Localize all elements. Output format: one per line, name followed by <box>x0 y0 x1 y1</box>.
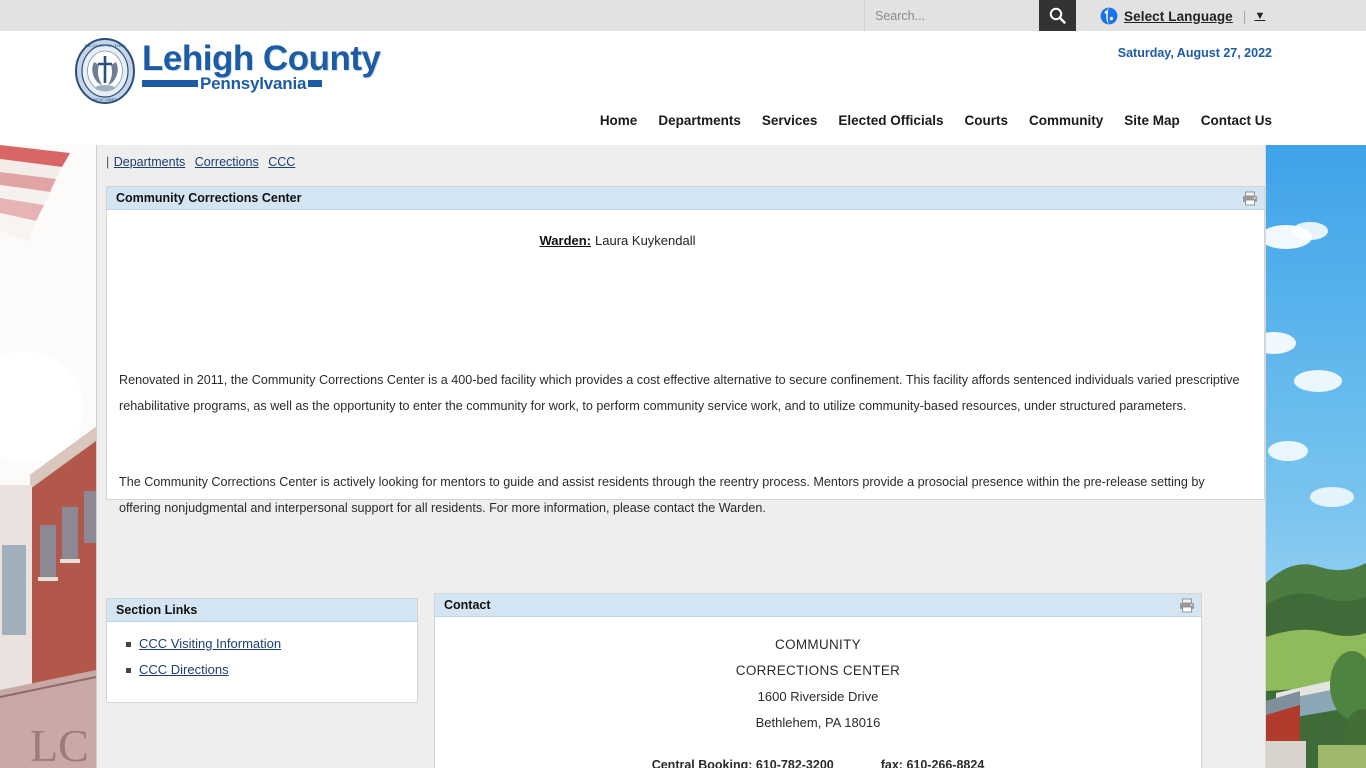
search-icon <box>1049 7 1066 24</box>
google-translate-widget[interactable]: Select Language | ▼ <box>1100 4 1265 28</box>
section-links-title: Section Links <box>116 603 198 617</box>
search-box[interactable] <box>864 0 1040 31</box>
logo-main-text: Lehigh County <box>142 39 381 78</box>
contact-city-state-zip: Bethlehem, PA 18016 <box>755 715 881 730</box>
svg-text:VIRTUE LIBERTY: VIRTUE LIBERTY <box>91 98 119 102</box>
main-navigation: Home Departments Services Elected Offici… <box>600 113 1272 128</box>
contact-fax-number: 610-266-8824 <box>906 758 985 768</box>
nav-item-contact-us[interactable]: Contact Us <box>1201 113 1272 128</box>
contact-phone-row: Central Booking: 610-782-3200 fax: 610-2… <box>435 758 1201 768</box>
section-links-panel: Section Links CCC Visiting Information C… <box>106 598 418 703</box>
site-logo[interactable]: THE COUNTY OF LEHIGH VIRTUE LIBERTY Lehi… <box>74 38 381 104</box>
county-building-photo: LC <box>0 145 96 768</box>
breadcrumb: | Departments Corrections CCC <box>106 155 301 169</box>
logo-sub-text: Pennsylvania <box>200 74 307 93</box>
section-link-ccc-visiting-information[interactable]: CCC Visiting Information <box>139 636 281 651</box>
breadcrumb-item-departments[interactable]: Departments <box>114 155 186 169</box>
language-separator: | <box>1242 8 1247 24</box>
section-links-header: Section Links <box>107 599 417 622</box>
right-decorative-photo <box>1266 145 1366 768</box>
contact-street: 1600 Riverside Drive <box>757 689 879 704</box>
logo-rule-left <box>142 80 198 87</box>
current-date: Saturday, August 27, 2022 <box>1117 46 1272 60</box>
body-paragraph-1: Renovated in 2011, the Community Correct… <box>119 372 1240 413</box>
main-panel-header: Community Corrections Center <box>107 187 1264 210</box>
warden-name: Laura Kuykendall <box>595 233 696 248</box>
select-language-link[interactable]: Select Language <box>1124 9 1233 24</box>
contact-fax-label: fax: <box>880 758 903 768</box>
nav-item-site-map[interactable]: Site Map <box>1124 113 1180 128</box>
breadcrumb-item-ccc[interactable]: CCC <box>268 155 295 169</box>
nav-item-elected-officials[interactable]: Elected Officials <box>838 113 943 128</box>
warden-label: Warden: <box>539 233 592 248</box>
contact-phone-number: 610-782-3200 <box>755 758 834 768</box>
contact-name-line-1: COMMUNITY <box>775 637 861 652</box>
nav-item-home[interactable]: Home <box>600 113 638 128</box>
printer-icon[interactable] <box>1242 191 1258 206</box>
county-seal-icon: THE COUNTY OF LEHIGH VIRTUE LIBERTY <box>75 38 135 104</box>
logo-rule-right <box>308 80 323 87</box>
main-panel-body: Warden: Laura Kuykendall Renovated in 201… <box>107 210 1264 515</box>
breadcrumb-item-corrections[interactable]: Corrections <box>195 155 259 169</box>
nav-item-courts[interactable]: Courts <box>964 113 1008 128</box>
farmland-landscape-photo <box>1266 145 1366 768</box>
top-utility-bar: Select Language | ▼ <box>0 0 1366 31</box>
contact-header: Contact <box>435 594 1201 617</box>
nav-item-departments[interactable]: Departments <box>658 113 741 128</box>
contact-body: COMMUNITY CORRECTIONS CENTER 1600 Rivers… <box>435 617 1201 768</box>
main-content-panel: Community Corrections Center Warden: Laur… <box>106 186 1265 515</box>
section-links-list: CCC Visiting Information CCC Directions <box>107 622 417 678</box>
left-decorative-photo: LC <box>0 145 96 768</box>
chevron-down-icon[interactable]: ▼ <box>1254 10 1265 22</box>
search-button[interactable] <box>1039 0 1076 31</box>
contact-panel: Contact COMMUNITY CORRECTIONS CENTER 160… <box>434 593 1202 768</box>
page-title: Community Corrections Center <box>116 191 302 205</box>
list-item: CCC Visiting Information <box>126 636 417 652</box>
svg-text:LC: LC <box>30 720 89 768</box>
masthead: THE COUNTY OF LEHIGH VIRTUE LIBERTY Lehi… <box>0 31 1366 145</box>
breadcrumb-leading: | <box>106 155 110 169</box>
printer-icon[interactable] <box>1179 598 1195 613</box>
globe-icon <box>1100 7 1118 25</box>
page-body: | Departments Corrections CCC Community … <box>96 145 1266 768</box>
list-item: CCC Directions <box>126 662 417 678</box>
section-link-ccc-directions[interactable]: CCC Directions <box>139 662 229 677</box>
contact-phone-label: Central Booking: <box>651 758 753 768</box>
contact-name-line-2: CORRECTIONS CENTER <box>735 663 901 678</box>
search-input[interactable] <box>865 0 1040 31</box>
logo-wordmark: Lehigh County Pennsylvania <box>142 39 381 102</box>
contact-title: Contact <box>444 598 491 612</box>
nav-item-services[interactable]: Services <box>762 113 818 128</box>
warden-line: Warden: Laura Kuykendall <box>107 233 1264 248</box>
body-paragraph-2: The Community Corrections Center is acti… <box>119 474 1205 515</box>
svg-text:THE COUNTY OF LEHIGH: THE COUNTY OF LEHIGH <box>84 44 126 48</box>
nav-item-community[interactable]: Community <box>1029 113 1103 128</box>
